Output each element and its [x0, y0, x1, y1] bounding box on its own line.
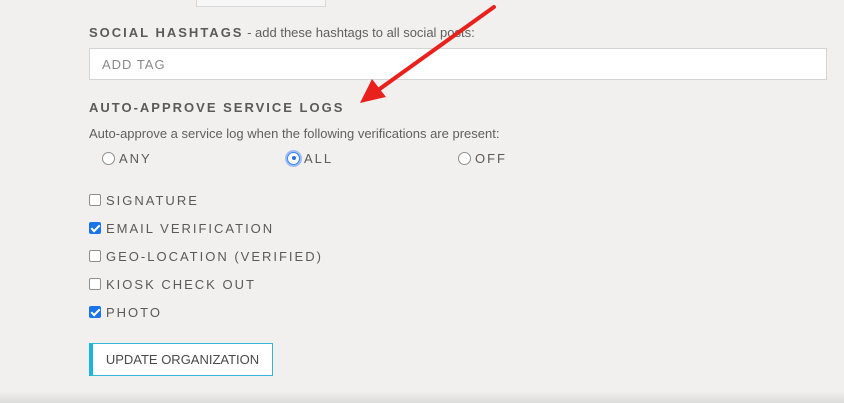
checkbox-photo-box[interactable] — [89, 306, 101, 318]
checkbox-photo-label: PHOTO — [106, 304, 162, 320]
radio-option-off[interactable]: OFF — [458, 149, 507, 167]
checkbox-geo-location[interactable]: GEO-LOCATION (VERIFIED) — [89, 247, 323, 265]
checkbox-geo-location-box[interactable] — [89, 250, 101, 262]
radio-option-all[interactable]: ALL — [287, 149, 333, 167]
radio-off-control[interactable] — [458, 151, 471, 165]
checkbox-signature[interactable]: SIGNATURE — [89, 191, 199, 209]
radio-any-label: ANY — [119, 150, 152, 166]
checkbox-signature-box[interactable] — [89, 194, 101, 206]
bottom-shadow — [0, 391, 844, 403]
checkbox-kiosk-check-out-box[interactable] — [89, 278, 101, 290]
radio-any-control[interactable] — [102, 151, 115, 165]
checkbox-geo-location-label: GEO-LOCATION (VERIFIED) — [106, 248, 323, 264]
checkbox-signature-label: SIGNATURE — [106, 192, 199, 208]
update-organization-button[interactable]: UPDATE ORGANIZATION — [89, 343, 273, 376]
social-hashtags-title: SOCIAL HASHTAGS — [89, 25, 244, 40]
checkbox-kiosk-check-out-label: KIOSK CHECK OUT — [106, 276, 256, 292]
checkbox-kiosk-check-out[interactable]: KIOSK CHECK OUT — [89, 275, 256, 293]
checkbox-email-verification[interactable]: EMAIL VERIFICATION — [89, 219, 274, 237]
checkbox-email-verification-box[interactable] — [89, 222, 101, 234]
radio-all-label: ALL — [304, 150, 334, 166]
add-tag-input[interactable] — [89, 48, 827, 80]
previous-field-bottom-edge — [196, 0, 326, 7]
radio-option-any[interactable]: ANY — [102, 149, 152, 167]
social-hashtags-hint: - add these hashtags to all social posts… — [243, 25, 475, 40]
radio-off-label: OFF — [475, 150, 507, 166]
auto-approve-heading: AUTO-APPROVE SERVICE LOGS — [89, 100, 345, 115]
radio-all-control[interactable] — [287, 151, 300, 165]
checkbox-email-verification-label: EMAIL VERIFICATION — [106, 220, 275, 236]
checkbox-photo[interactable]: PHOTO — [89, 303, 162, 321]
auto-approve-description: Auto-approve a service log when the foll… — [89, 126, 500, 141]
social-hashtags-heading: SOCIAL HASHTAGS - add these hashtags to … — [89, 25, 475, 40]
